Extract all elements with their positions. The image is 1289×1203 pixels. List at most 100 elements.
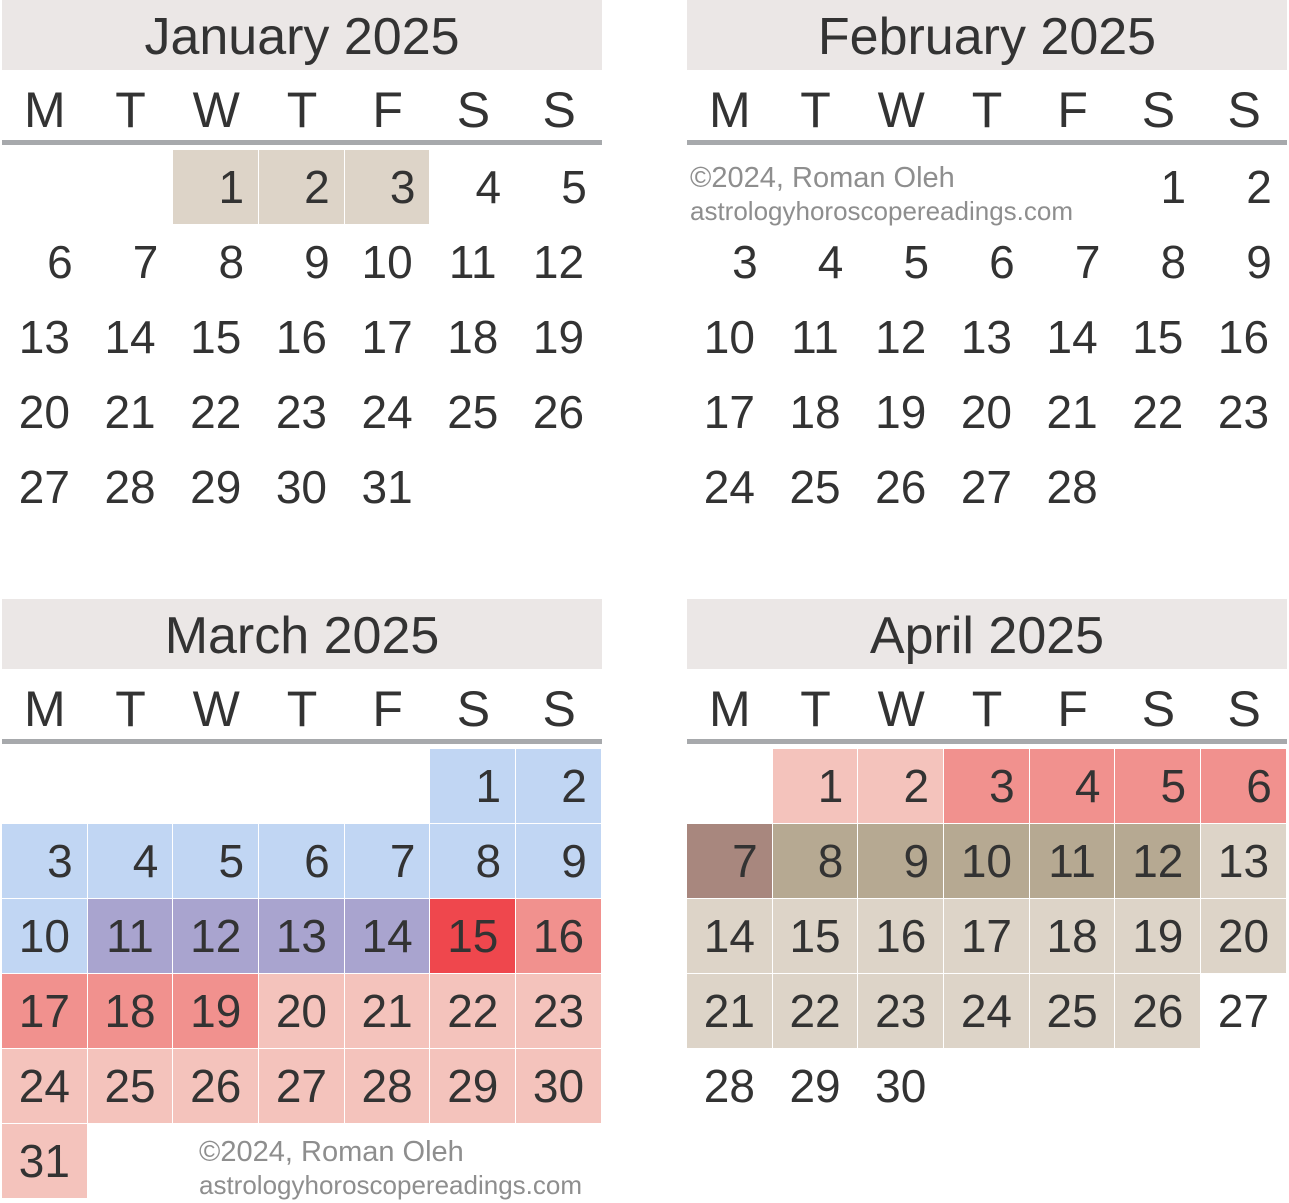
day-cell: 7 bbox=[1029, 225, 1116, 300]
empty-cell bbox=[259, 749, 345, 824]
day-cell: 20 bbox=[1201, 899, 1287, 974]
month-title: February 2025 bbox=[687, 0, 1287, 70]
day-cell: 11 bbox=[87, 899, 174, 974]
day-cell: 11 bbox=[1029, 824, 1116, 899]
weekday-label: M bbox=[24, 681, 66, 737]
day-cell: 23 bbox=[516, 974, 602, 1049]
day-cell: 14 bbox=[687, 899, 773, 974]
day-grid: 1 2 3 4 5 6 7 8 9 10 11 12 13 14 15 16 17 18 19 20 21 22 23 24 2… bbox=[687, 749, 1287, 1124]
day-cell: 26 bbox=[1115, 974, 1202, 1049]
day-cell: 15 bbox=[430, 899, 517, 974]
day-cell: 7 bbox=[687, 824, 773, 899]
day-cell: 5 bbox=[858, 225, 945, 300]
day-cell: 10 bbox=[344, 225, 431, 300]
divider bbox=[687, 739, 1287, 744]
day-cell: 29 bbox=[772, 1049, 859, 1124]
day-cell: 3 bbox=[2, 824, 88, 899]
day-cell: 18 bbox=[772, 375, 859, 450]
day-cell: 27 bbox=[1201, 974, 1287, 1049]
day-cell: 24 bbox=[687, 450, 773, 525]
day-cell: 7 bbox=[344, 824, 431, 899]
day-cell: 16 bbox=[259, 300, 345, 375]
day-cell: 1 bbox=[1115, 150, 1202, 225]
day-cell: 26 bbox=[516, 375, 602, 450]
weekday-label: W bbox=[192, 681, 240, 737]
empty-cell bbox=[2, 150, 88, 225]
weekday-label: S bbox=[1227, 82, 1261, 138]
day-cell: 6 bbox=[259, 824, 345, 899]
day-cell: 9 bbox=[858, 824, 945, 899]
day-cell: 19 bbox=[173, 974, 260, 1049]
day-cell: 17 bbox=[344, 300, 431, 375]
day-cell: 2 bbox=[516, 749, 602, 824]
day-cell: 31 bbox=[2, 1124, 88, 1199]
watermark-copyright: ©2024, Roman Oleh bbox=[199, 1136, 464, 1168]
day-grid: 1 2 3 4 5 6 7 8 9 10 11 12 13 14 15 16 17 18 19 20 21 22 23 24 2… bbox=[2, 150, 602, 525]
watermark-copyright: ©2024, Roman Oleh bbox=[690, 162, 955, 194]
day-cell: 25 bbox=[87, 1049, 174, 1124]
day-cell: 13 bbox=[944, 300, 1030, 375]
day-cell: 28 bbox=[344, 1049, 431, 1124]
day-cell: 25 bbox=[430, 375, 517, 450]
weekday-label: S bbox=[542, 82, 576, 138]
weekday-label: M bbox=[709, 82, 751, 138]
day-cell: 16 bbox=[1201, 300, 1287, 375]
day-cell: 25 bbox=[1029, 974, 1116, 1049]
day-cell: 21 bbox=[344, 974, 431, 1049]
empty-cell bbox=[173, 749, 259, 824]
day-cell: 19 bbox=[516, 300, 602, 375]
weekday-label: F bbox=[372, 681, 403, 737]
day-cell: 29 bbox=[430, 1049, 517, 1124]
day-cell: 15 bbox=[772, 899, 859, 974]
day-cell: 24 bbox=[2, 1049, 88, 1124]
weekday-label: F bbox=[1057, 681, 1088, 737]
day-cell: 9 bbox=[1201, 225, 1287, 300]
calendar-april: April 2025 M T W T F S S 1 2 3 4 5 6 7 8 9 10 11 12 13 14 15 16… bbox=[687, 599, 1287, 1124]
day-cell: 28 bbox=[687, 1049, 773, 1124]
weekday-header: MTWTFSS bbox=[687, 669, 1287, 739]
day-cell: 5 bbox=[1115, 749, 1202, 824]
divider bbox=[687, 140, 1287, 145]
day-cell: 27 bbox=[259, 1049, 345, 1124]
day-cell: 19 bbox=[1115, 899, 1202, 974]
day-cell: 7 bbox=[87, 225, 174, 300]
day-cell: 10 bbox=[687, 300, 773, 375]
day-cell: 26 bbox=[173, 1049, 260, 1124]
weekday-header: MTWTFSS bbox=[2, 669, 602, 739]
empty-cell bbox=[687, 749, 773, 824]
weekday-label: T bbox=[286, 681, 318, 737]
day-cell: 24 bbox=[344, 375, 431, 450]
day-cell: 31 bbox=[344, 450, 431, 525]
day-cell: 6 bbox=[2, 225, 88, 300]
day-cell: 2 bbox=[259, 150, 345, 225]
day-cell: 18 bbox=[430, 300, 517, 375]
day-cell: 1 bbox=[772, 749, 859, 824]
empty-cell bbox=[345, 749, 431, 824]
watermark-site: astrologyhoroscopereadings.com bbox=[690, 196, 1073, 226]
day-cell: 13 bbox=[1201, 824, 1287, 899]
day-cell: 9 bbox=[259, 225, 345, 300]
weekday-header: MTWTFSS bbox=[2, 70, 602, 140]
day-cell: 8 bbox=[1115, 225, 1202, 300]
day-cell: 12 bbox=[1115, 824, 1202, 899]
day-cell: 18 bbox=[87, 974, 174, 1049]
day-cell: 5 bbox=[173, 824, 260, 899]
day-cell: 21 bbox=[1029, 375, 1116, 450]
day-cell: 30 bbox=[259, 450, 345, 525]
day-cell: 14 bbox=[1029, 300, 1116, 375]
day-cell: 11 bbox=[772, 300, 859, 375]
day-cell: 11 bbox=[430, 225, 517, 300]
day-cell: 20 bbox=[944, 375, 1030, 450]
month-title: January 2025 bbox=[2, 0, 602, 70]
weekday-header: MTWTFSS bbox=[687, 70, 1287, 140]
day-cell: 2 bbox=[858, 749, 945, 824]
weekday-label: M bbox=[24, 82, 66, 138]
day-cell: 2 bbox=[1201, 150, 1287, 225]
weekday-label: W bbox=[877, 681, 925, 737]
weekday-label: S bbox=[542, 681, 576, 737]
weekday-label: S bbox=[1227, 681, 1261, 737]
weekday-label: T bbox=[971, 681, 1003, 737]
day-cell: 3 bbox=[944, 749, 1030, 824]
day-cell: 4 bbox=[87, 824, 174, 899]
divider bbox=[2, 739, 602, 744]
